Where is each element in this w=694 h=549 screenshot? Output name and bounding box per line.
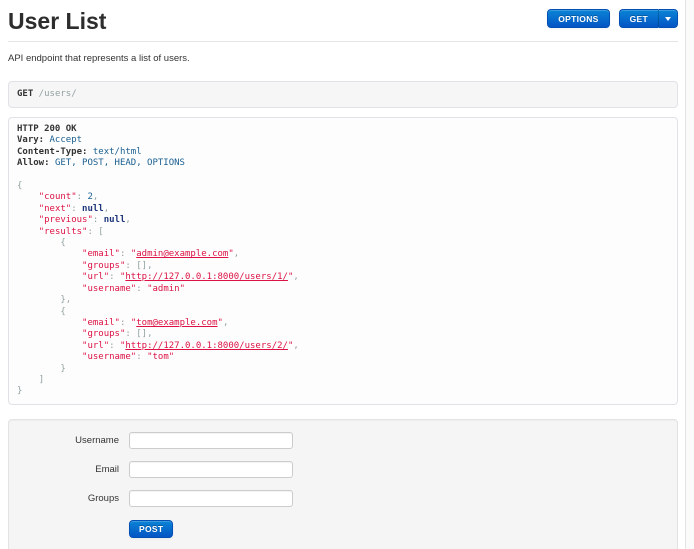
page-title: User List [8,8,106,34]
email-input[interactable] [129,461,293,478]
response-token: } [60,364,65,374]
response-link[interactable]: http://127.0.0.1:8000/users/2/ [125,341,288,351]
response-token: Accept [50,135,83,145]
response-token [17,204,39,214]
response-token: { [60,307,65,317]
response-token [17,364,60,374]
response-token: : [71,204,82,214]
username-label: Username [9,435,119,446]
response-token: : [120,249,131,259]
endpoint-description: API endpoint that represents a list of u… [8,53,678,64]
response-token: : [136,284,147,294]
response-token: : [109,272,120,282]
response-token [17,295,60,305]
response-token [17,238,60,248]
get-format-dropdown-button[interactable] [658,9,678,28]
response-token: : [ [87,227,103,237]
response-token: : [109,341,120,351]
get-button[interactable]: GET [619,9,658,28]
response-token [17,284,82,294]
response-token: : [93,215,104,225]
response-token: text/html [93,147,142,157]
form-row-groups: Groups [9,490,677,507]
page-header: User List OPTIONS GET [8,8,678,34]
response-token: , [223,318,228,328]
response-token: HTTP 200 OK [17,124,77,134]
response-token: : [120,318,131,328]
browsable-api-page: User List OPTIONS GET API endpoint that … [0,0,694,549]
response-token [17,272,82,282]
response-token: Vary: [17,135,44,145]
response-token [17,192,39,202]
response-token: GET, POST, HEAD, OPTIONS [55,158,185,168]
response-token: "username" [82,284,136,294]
response-token [17,215,39,225]
response-token: ] [39,375,44,385]
response-token [17,375,39,385]
response-token: "groups" [82,261,125,271]
response-token: : [77,192,88,202]
response-token [17,341,82,351]
post-button[interactable]: POST [129,520,173,538]
get-split-button: GET [619,9,678,28]
response-token: , [293,341,298,351]
response-token: "url" [82,341,109,351]
username-input[interactable] [129,432,293,449]
response-token: { [60,238,65,248]
groups-label: Groups [9,493,119,504]
header-divider [8,41,678,42]
response-token: "tom" [147,352,174,362]
content-container: User List OPTIONS GET API endpoint that … [8,8,678,549]
response-token: "count" [39,192,77,202]
scrollbar-track[interactable] [685,0,694,549]
form-row-username: Username [9,432,677,449]
response-token: "username" [82,352,136,362]
response-token: Allow: [17,158,50,168]
response-token: null [82,204,104,214]
response-token [17,227,39,237]
response-token: : [], [125,329,152,339]
form-row-email: Email [9,461,677,478]
response-token: "groups" [82,329,125,339]
response-token: "previous" [39,215,93,225]
response-token: : [136,352,147,362]
response-link[interactable]: admin@example.com [136,249,228,259]
post-form-panel: Username Email Groups POST [8,419,678,549]
response-token: { [17,181,22,191]
response-link[interactable]: tom@example.com [136,318,217,328]
form-actions: POST [129,519,677,538]
options-button[interactable]: OPTIONS [547,9,609,28]
response-token: , [104,204,109,214]
request-method: GET [17,89,33,99]
response-token: } [17,386,22,396]
response-token [17,307,60,317]
request-method-buttons: OPTIONS GET [547,8,678,28]
response-token: }, [60,295,71,305]
response-token: , [293,272,298,282]
response-token: "email" [82,318,120,328]
response-token [17,329,82,339]
response-token: null [104,215,126,225]
response-token: , [93,192,98,202]
response-token: "email" [82,249,120,259]
groups-input[interactable] [129,490,293,507]
response-token: "next" [39,204,72,214]
response-token: , [234,249,239,259]
caret-down-icon [665,17,671,21]
response-token: , [125,215,130,225]
response-token [17,318,82,328]
response-token: : [], [125,261,152,271]
response-token [17,249,82,259]
request-path: /users/ [33,89,76,99]
request-bar: GET /users/ [8,81,678,108]
response-body: HTTP 200 OK Vary: Accept Content-Type: t… [8,117,678,405]
response-token: "admin" [147,284,185,294]
response-token: "results" [39,227,88,237]
response-token [17,352,82,362]
response-token: Content-Type: [17,147,87,157]
email-label: Email [9,464,119,475]
response-token: "url" [82,272,109,282]
response-token [17,261,82,271]
response-link[interactable]: http://127.0.0.1:8000/users/1/ [125,272,288,282]
